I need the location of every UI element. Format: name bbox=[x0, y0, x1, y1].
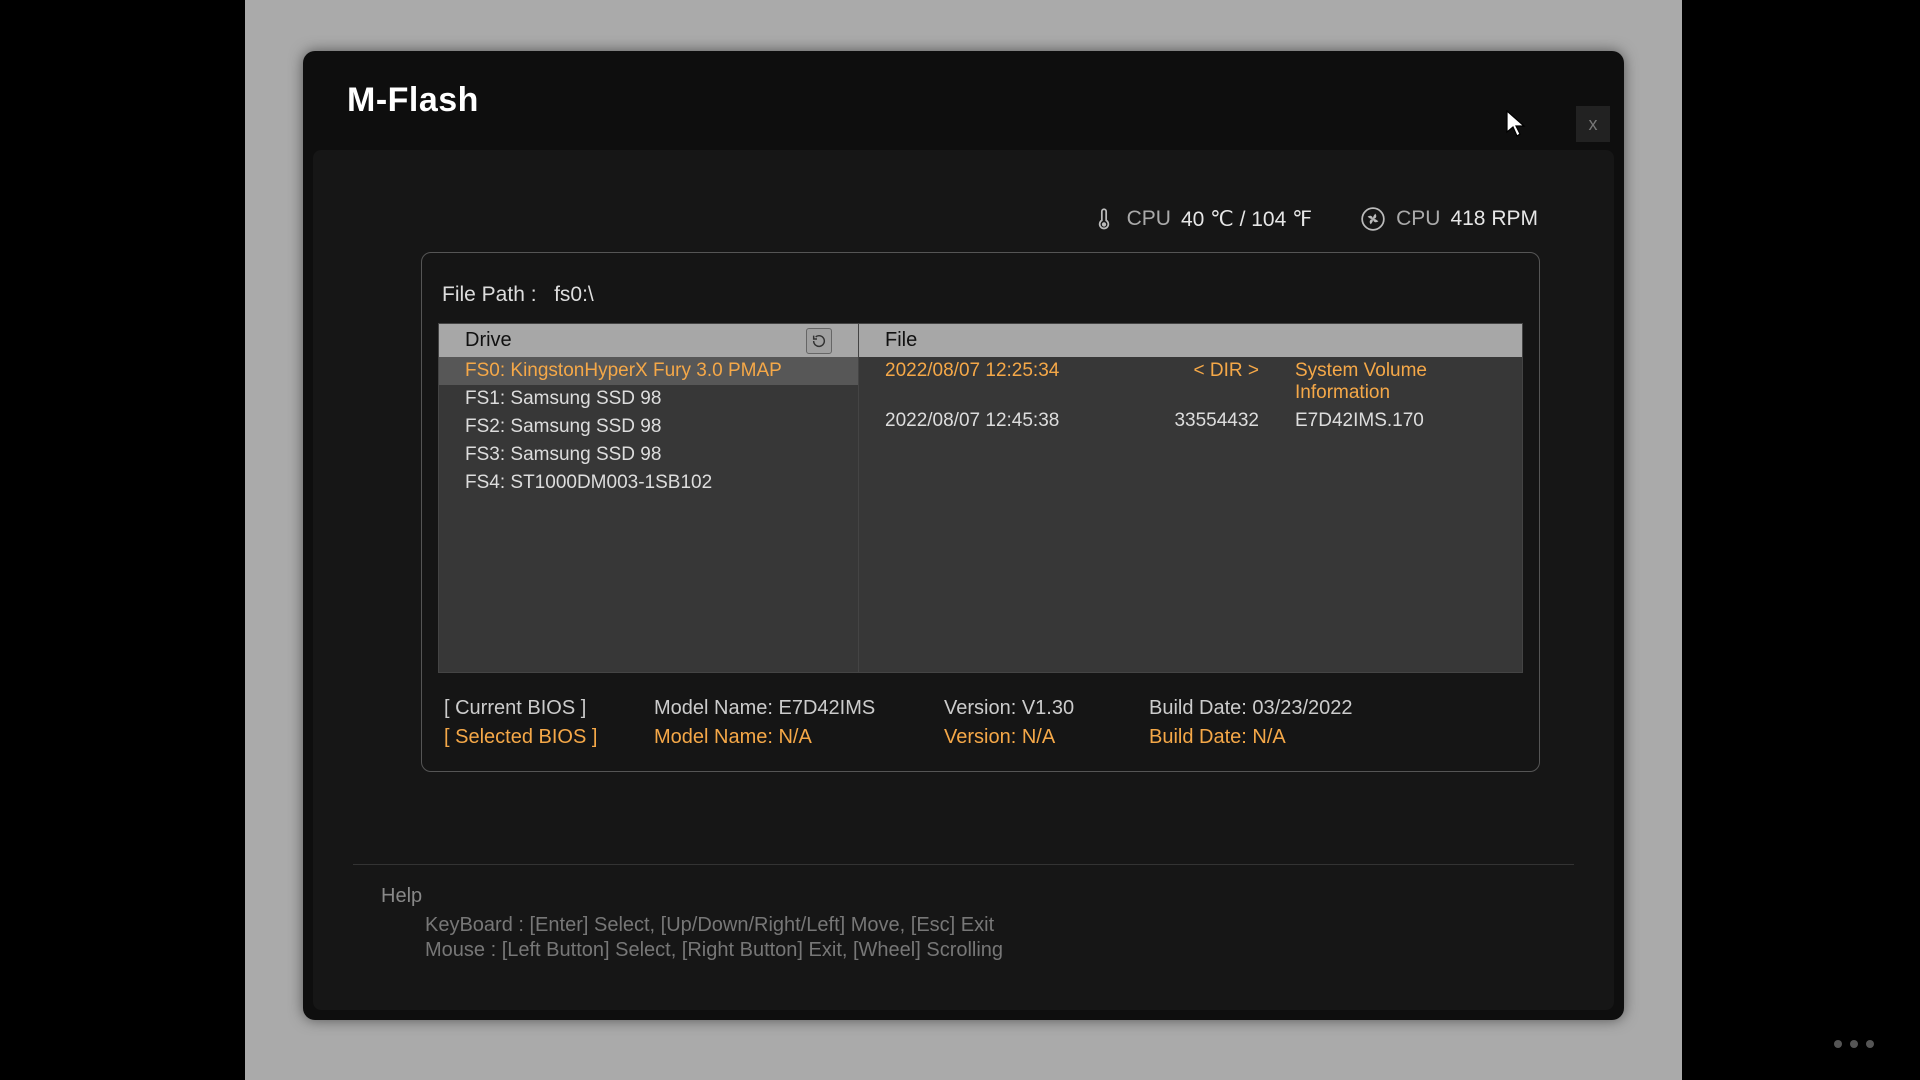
drive-row[interactable]: FS4: ST1000DM003-1SB102 bbox=[439, 469, 858, 497]
cpu-temp-value: 40 ℃ / 104 ℉ bbox=[1181, 207, 1312, 232]
drive-pane: Drive FS0: KingstonHyperX Fury 3.0 PMAPF… bbox=[439, 324, 859, 672]
browser: Drive FS0: KingstonHyperX Fury 3.0 PMAPF… bbox=[438, 323, 1523, 673]
dialog-body: CPU 40 ℃ / 104 ℉ CPU 418 RPM File Path :… bbox=[313, 150, 1614, 1010]
thermometer-icon bbox=[1091, 206, 1117, 232]
current-build: Build Date: 03/23/2022 bbox=[1149, 697, 1409, 720]
current-version: Version: V1.30 bbox=[944, 697, 1149, 720]
drive-row[interactable]: FS0: KingstonHyperX Fury 3.0 PMAP bbox=[439, 357, 858, 385]
file-path-row: File Path : fs0:\ bbox=[438, 271, 1523, 323]
page-dots bbox=[1834, 1040, 1874, 1048]
drive-header: Drive bbox=[439, 324, 858, 357]
file-path-value: fs0:\ bbox=[554, 283, 594, 306]
cpu-temp-label: CPU bbox=[1127, 207, 1171, 231]
file-browser-panel: File Path : fs0:\ Drive FS0: KingstonHyp… bbox=[421, 252, 1540, 772]
cpu-fan-label: CPU bbox=[1396, 207, 1440, 231]
drive-header-label: Drive bbox=[465, 329, 512, 352]
file-row[interactable]: 2022/08/07 12:25:34< DIR >System Volume … bbox=[859, 357, 1522, 407]
fan-icon bbox=[1360, 206, 1386, 232]
selected-model: Model Name: N/A bbox=[654, 726, 944, 749]
drive-row[interactable]: FS3: Samsung SSD 98 bbox=[439, 441, 858, 469]
selected-build: Build Date: N/A bbox=[1149, 726, 1409, 749]
file-row[interactable]: 2022/08/07 12:45:3833554432E7D42IMS.170 bbox=[859, 407, 1522, 435]
file-header-label: File bbox=[885, 329, 917, 352]
current-bios-label: [ Current BIOS ] bbox=[444, 697, 654, 720]
file-path-label: File Path : bbox=[442, 283, 537, 306]
drive-row[interactable]: FS2: Samsung SSD 98 bbox=[439, 413, 858, 441]
selected-version: Version: N/A bbox=[944, 726, 1149, 749]
file-list[interactable]: 2022/08/07 12:25:34< DIR >System Volume … bbox=[859, 357, 1522, 672]
current-model: Model Name: E7D42IMS bbox=[654, 697, 944, 720]
bios-info: [ Current BIOS ] Model Name: E7D42IMS Ve… bbox=[438, 697, 1523, 749]
help-section: Help KeyBoard : [Enter] Select, [Up/Down… bbox=[353, 864, 1574, 990]
refresh-icon[interactable] bbox=[806, 328, 832, 354]
help-title: Help bbox=[381, 885, 1546, 908]
drive-list[interactable]: FS0: KingstonHyperX Fury 3.0 PMAPFS1: Sa… bbox=[439, 357, 858, 672]
selected-bios-label: [ Selected BIOS ] bbox=[444, 726, 654, 749]
cpu-fan-value: 418 RPM bbox=[1450, 207, 1538, 231]
cpu-temp: CPU 40 ℃ / 104 ℉ bbox=[1091, 206, 1312, 232]
file-pane: File 2022/08/07 12:25:34< DIR >System Vo… bbox=[859, 324, 1522, 672]
mflash-dialog: M-Flash x CPU 40 ℃ / 104 ℉ CPU 418 RPM F bbox=[303, 51, 1624, 1020]
file-header: File bbox=[859, 324, 1522, 357]
drive-row[interactable]: FS1: Samsung SSD 98 bbox=[439, 385, 858, 413]
close-button[interactable]: x bbox=[1576, 106, 1610, 142]
title-bar: M-Flash x bbox=[303, 51, 1624, 150]
help-mouse: Mouse : [Left Button] Select, [Right But… bbox=[381, 939, 1546, 962]
cpu-fan: CPU 418 RPM bbox=[1360, 206, 1538, 232]
help-keyboard: KeyBoard : [Enter] Select, [Up/Down/Righ… bbox=[381, 914, 1546, 937]
status-row: CPU 40 ℃ / 104 ℉ CPU 418 RPM bbox=[353, 170, 1574, 252]
dialog-title: M-Flash bbox=[347, 81, 479, 120]
